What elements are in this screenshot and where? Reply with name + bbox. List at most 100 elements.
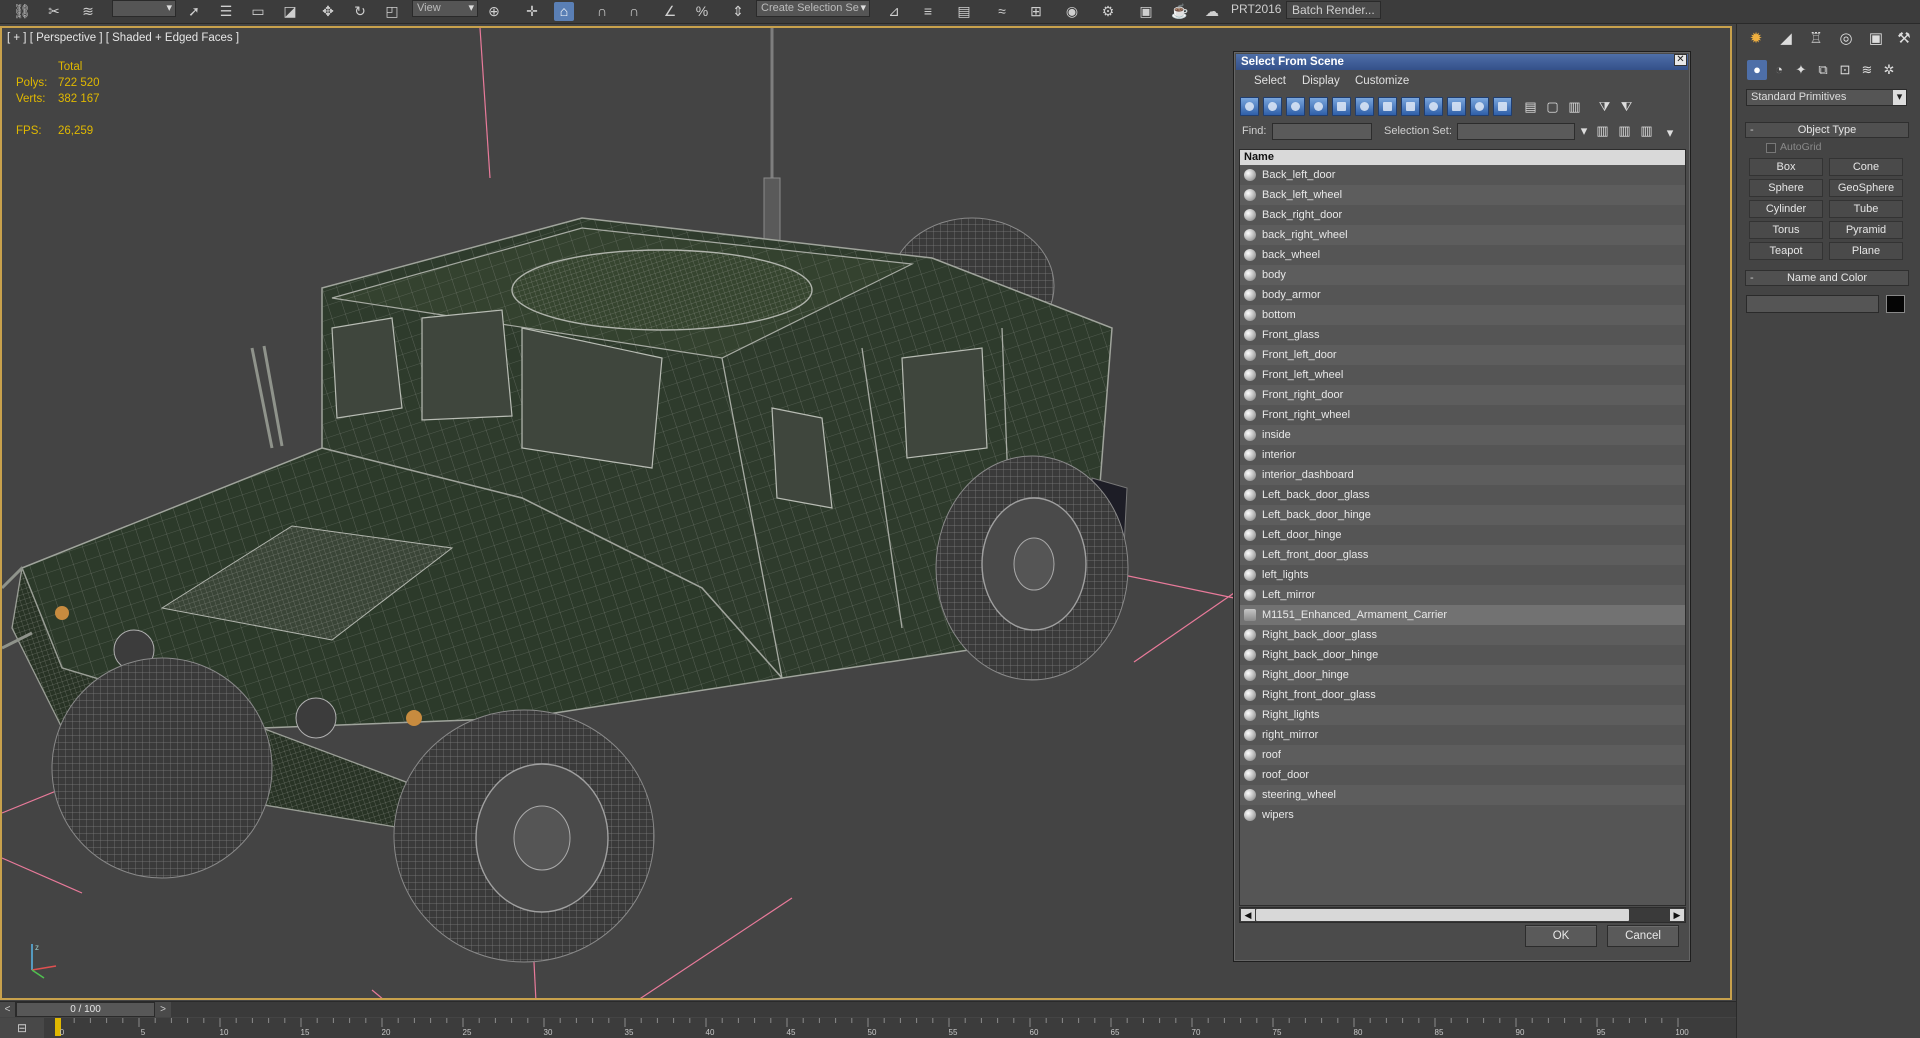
- name-and-color-rollout[interactable]: Name and Color: [1745, 270, 1909, 286]
- display-xrefs-icon[interactable]: [1401, 97, 1420, 116]
- primitive-button-sphere[interactable]: Sphere: [1749, 179, 1823, 197]
- list-item[interactable]: Right_front_door_glass: [1240, 685, 1685, 705]
- list-item[interactable]: Front_right_door: [1240, 385, 1685, 405]
- create-tab-icon[interactable]: ✹: [1745, 28, 1767, 50]
- options-chevron-icon[interactable]: ▾: [1664, 124, 1676, 141]
- list-item[interactable]: Left_front_door_glass: [1240, 545, 1685, 565]
- menu-select[interactable]: Select: [1254, 75, 1286, 87]
- list-item[interactable]: Front_glass: [1240, 325, 1685, 345]
- list-item[interactable]: Right_lights: [1240, 705, 1685, 725]
- cancel-button[interactable]: Cancel: [1607, 925, 1679, 947]
- list-item[interactable]: Right_back_door_glass: [1240, 625, 1685, 645]
- select-all-icon[interactable]: ▤: [1522, 98, 1539, 115]
- scrollbar-thumb[interactable]: [1256, 909, 1629, 921]
- object-type-rollout[interactable]: Object Type: [1745, 122, 1909, 138]
- primitive-button-torus[interactable]: Torus: [1749, 221, 1823, 239]
- list-item[interactable]: steering_wheel: [1240, 785, 1685, 805]
- list-item[interactable]: bottom: [1240, 305, 1685, 325]
- display-space-warps-icon[interactable]: [1355, 97, 1374, 116]
- display-containers-icon[interactable]: [1447, 97, 1466, 116]
- display-hidden-icon[interactable]: [1493, 97, 1512, 116]
- display-lights-icon[interactable]: [1286, 97, 1305, 116]
- find-input[interactable]: [1272, 123, 1372, 140]
- track-bar[interactable]: ⊟ 0 5 10 15 20 25 30 35 40 45 50 55 60 65 70 75 80 85 90 95…: [0, 1018, 1736, 1038]
- list-item[interactable]: M1151_Enhanced_Armament_Carrier: [1240, 605, 1685, 625]
- filter-settings-icon[interactable]: ⧨: [1618, 98, 1635, 115]
- spinner-snap-icon[interactable]: ⇕: [728, 2, 748, 21]
- prt-label[interactable]: PRT2016: [1226, 1, 1286, 19]
- list-item[interactable]: Right_back_door_hinge: [1240, 645, 1685, 665]
- list-item[interactable]: inside: [1240, 425, 1685, 445]
- layer-manager-icon[interactable]: ▤: [954, 2, 974, 21]
- list-item[interactable]: Right_door_hinge: [1240, 665, 1685, 685]
- display-groups-icon[interactable]: [1378, 97, 1397, 116]
- named-selection-set-combo[interactable]: Create Selection Se: [756, 0, 870, 17]
- close-icon[interactable]: ✕: [1674, 54, 1687, 66]
- horizontal-scrollbar[interactable]: ◀ ▶: [1239, 907, 1686, 923]
- align-icon[interactable]: ≡: [918, 2, 938, 21]
- scene-object-list[interactable]: Name Back_left_door Back_left_wheel Back_r…: [1239, 149, 1686, 906]
- primitive-button-tube[interactable]: Tube: [1829, 200, 1903, 218]
- autogrid-checkbox[interactable]: [1766, 143, 1776, 153]
- list-item[interactable]: Front_left_door: [1240, 345, 1685, 365]
- time-slider-prev[interactable]: <: [0, 1002, 16, 1017]
- percent-snap-icon[interactable]: %: [692, 2, 712, 21]
- select-none-icon[interactable]: ▢: [1544, 98, 1561, 115]
- list-item[interactable]: body_armor: [1240, 285, 1685, 305]
- list-item[interactable]: Left_back_door_hinge: [1240, 505, 1685, 525]
- time-slider-next[interactable]: >: [155, 1002, 171, 1017]
- selection-set-combo[interactable]: [1457, 123, 1575, 140]
- pivot-center-icon[interactable]: ⊕: [484, 2, 504, 21]
- column-header-name[interactable]: Name: [1240, 150, 1685, 165]
- list-item[interactable]: roof: [1240, 745, 1685, 765]
- menu-display[interactable]: Display: [1302, 75, 1340, 87]
- snap-3d-alt-icon[interactable]: ∩: [624, 2, 644, 21]
- selection-filter-combo[interactable]: [112, 0, 176, 17]
- list-item[interactable]: body: [1240, 265, 1685, 285]
- list-item[interactable]: wipers: [1240, 805, 1685, 825]
- chevron-down-icon[interactable]: ▾: [1578, 122, 1590, 139]
- display-tab-icon[interactable]: ▣: [1865, 28, 1887, 50]
- object-name-field[interactable]: [1746, 295, 1879, 313]
- primitive-button-box[interactable]: Box: [1749, 158, 1823, 176]
- rendered-frame-window-icon[interactable]: ▣: [1136, 2, 1156, 21]
- rotate-icon[interactable]: ↻: [350, 2, 370, 21]
- motion-tab-icon[interactable]: ◎: [1835, 28, 1857, 50]
- window-crossing-icon[interactable]: ◪: [280, 2, 300, 21]
- reference-coord-combo[interactable]: View: [412, 0, 478, 17]
- display-cameras-icon[interactable]: [1309, 97, 1328, 116]
- bind-space-warp-icon[interactable]: ≋: [78, 2, 98, 21]
- scroll-right-icon[interactable]: ▶: [1670, 909, 1684, 921]
- render-iterative-icon[interactable]: ☁: [1202, 2, 1222, 21]
- ok-button[interactable]: OK: [1525, 925, 1597, 947]
- lights-icon[interactable]: ✦: [1791, 60, 1811, 80]
- modify-tab-icon[interactable]: ◢: [1775, 28, 1797, 50]
- list-item[interactable]: roof_door: [1240, 765, 1685, 785]
- menu-customize[interactable]: Customize: [1355, 75, 1409, 87]
- display-bones-icon[interactable]: [1424, 97, 1443, 116]
- helpers-icon[interactable]: ⊡: [1835, 60, 1855, 80]
- list-item[interactable]: Back_left_door: [1240, 165, 1685, 185]
- snap-3d-icon[interactable]: ∩: [592, 2, 612, 21]
- list-item[interactable]: interior_dashboard: [1240, 465, 1685, 485]
- list-item[interactable]: Left_back_door_glass: [1240, 485, 1685, 505]
- dialog-title[interactable]: Select From Scene: [1236, 54, 1688, 70]
- space-warps-icon[interactable]: ≋: [1857, 60, 1877, 80]
- primitive-button-plane[interactable]: Plane: [1829, 242, 1903, 260]
- material-editor-icon[interactable]: ◉: [1062, 2, 1082, 21]
- list-item[interactable]: Left_door_hinge: [1240, 525, 1685, 545]
- shapes-icon[interactable]: ◔: [1769, 60, 1789, 80]
- batch-render-button[interactable]: Batch Render...: [1286, 1, 1381, 19]
- primitive-category-combo[interactable]: Standard Primitives: [1746, 89, 1907, 106]
- primitive-button-cylinder[interactable]: Cylinder: [1749, 200, 1823, 218]
- select-invert-icon[interactable]: ▥: [1566, 98, 1583, 115]
- systems-icon[interactable]: ✲: [1879, 60, 1899, 80]
- filter-icon[interactable]: ⧩: [1596, 98, 1613, 115]
- angle-snap-icon[interactable]: ∠: [660, 2, 680, 21]
- list-item[interactable]: back_right_wheel: [1240, 225, 1685, 245]
- display-shapes-icon[interactable]: [1263, 97, 1282, 116]
- cameras-icon[interactable]: ⧉: [1813, 60, 1833, 80]
- list-item[interactable]: back_wheel: [1240, 245, 1685, 265]
- hierarchy-tab-icon[interactable]: ♖: [1805, 28, 1827, 50]
- selection-set-add-icon[interactable]: ▥: [1594, 122, 1611, 139]
